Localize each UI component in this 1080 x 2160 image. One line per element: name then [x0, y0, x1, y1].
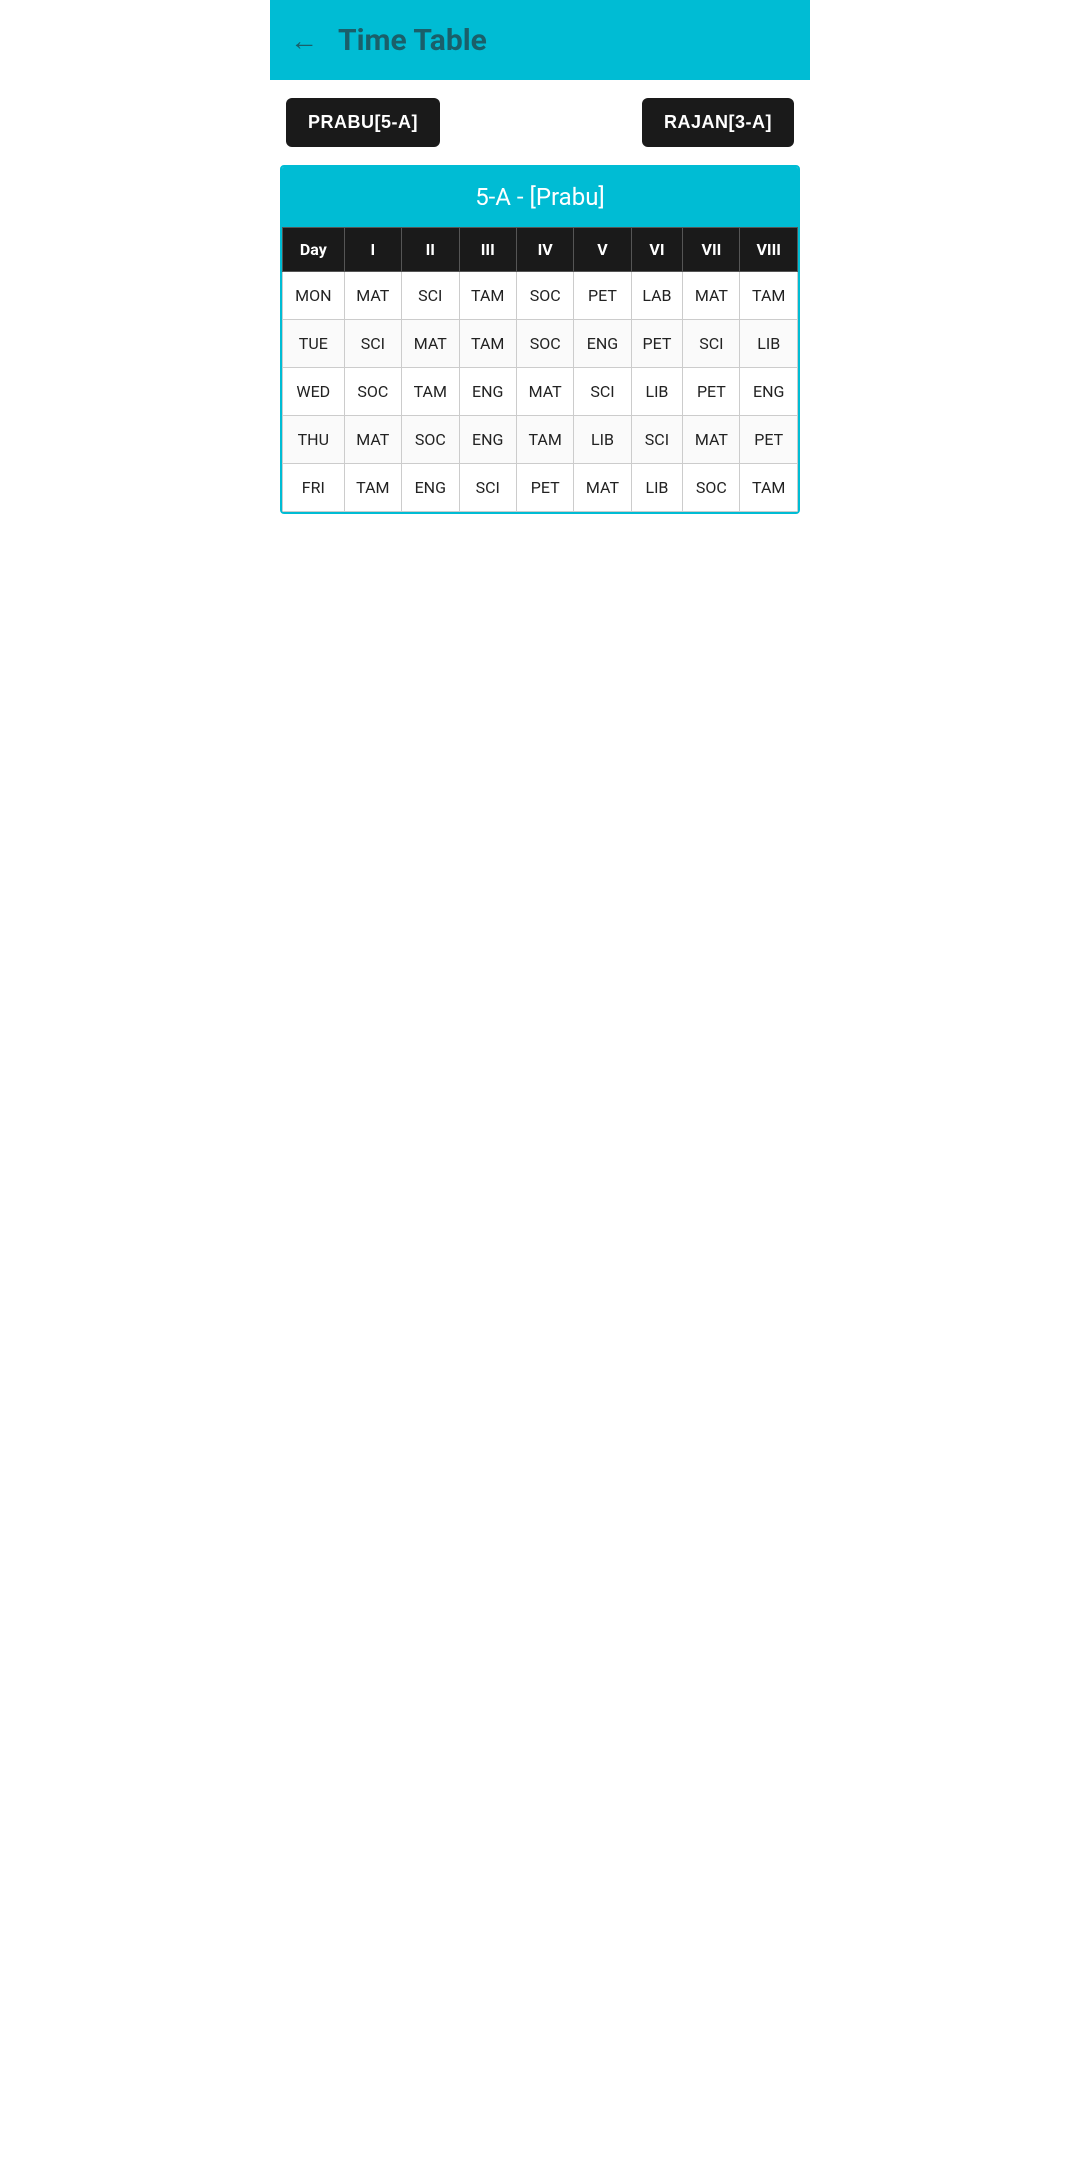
table-row: THUMATSOCENGTAMLIBSCIMATPET — [283, 416, 798, 464]
cell-r2-p8: ENG — [740, 368, 798, 416]
col-4: IV — [516, 228, 573, 272]
cell-r0-p1: MAT — [344, 272, 401, 320]
col-6: VI — [631, 228, 683, 272]
col-1: I — [344, 228, 401, 272]
cell-r1-p5: ENG — [574, 320, 631, 368]
cell-r3-p4: TAM — [516, 416, 573, 464]
cell-r1-p6: PET — [631, 320, 683, 368]
table-row: FRITAMENGSCIPETMATLIBSOCTAM — [283, 464, 798, 512]
cell-r4-p3: SCI — [459, 464, 516, 512]
cell-r2-p7: PET — [683, 368, 740, 416]
cell-r3-p5: LIB — [574, 416, 631, 464]
cell-r2-p3: ENG — [459, 368, 516, 416]
back-button[interactable]: ← — [290, 24, 318, 57]
timetable-header-row: Day I II III IV V VI VII VIII — [283, 228, 798, 272]
cell-r4-p5: MAT — [574, 464, 631, 512]
cell-r0-p6: LAB — [631, 272, 683, 320]
cell-day: MON — [283, 272, 345, 320]
cell-r0-p3: TAM — [459, 272, 516, 320]
cell-r1-p1: SCI — [344, 320, 401, 368]
student-rajan-button[interactable]: RAJAN[3-A] — [642, 98, 794, 147]
cell-r2-p2: TAM — [402, 368, 459, 416]
cell-r2-p6: LIB — [631, 368, 683, 416]
cell-day: FRI — [283, 464, 345, 512]
cell-r1-p7: SCI — [683, 320, 740, 368]
cell-r3-p6: SCI — [631, 416, 683, 464]
cell-day: THU — [283, 416, 345, 464]
student-prabu-button[interactable]: PRABU[5-A] — [286, 98, 440, 147]
cell-day: TUE — [283, 320, 345, 368]
table-row: WEDSOCTAMENGMATSCILIBPETENG — [283, 368, 798, 416]
cell-r2-p5: SCI — [574, 368, 631, 416]
student-selector: PRABU[5-A] RAJAN[3-A] — [270, 80, 810, 165]
cell-day: WED — [283, 368, 345, 416]
col-3: III — [459, 228, 516, 272]
cell-r2-p1: SOC — [344, 368, 401, 416]
page-title: Time Table — [338, 23, 487, 58]
cell-r4-p6: LIB — [631, 464, 683, 512]
col-2: II — [402, 228, 459, 272]
cell-r0-p7: MAT — [683, 272, 740, 320]
cell-r3-p1: MAT — [344, 416, 401, 464]
cell-r4-p8: TAM — [740, 464, 798, 512]
cell-r3-p8: PET — [740, 416, 798, 464]
cell-r1-p3: TAM — [459, 320, 516, 368]
col-day: Day — [283, 228, 345, 272]
cell-r3-p7: MAT — [683, 416, 740, 464]
col-5: V — [574, 228, 631, 272]
cell-r0-p5: PET — [574, 272, 631, 320]
cell-r0-p4: SOC — [516, 272, 573, 320]
cell-r2-p4: MAT — [516, 368, 573, 416]
cell-r4-p2: ENG — [402, 464, 459, 512]
timetable-container: 5-A - [Prabu] Day I II III IV V VI VII V… — [280, 165, 800, 514]
cell-r0-p2: SCI — [402, 272, 459, 320]
cell-r4-p7: SOC — [683, 464, 740, 512]
col-7: VII — [683, 228, 740, 272]
app-header: ← Time Table — [270, 0, 810, 80]
cell-r3-p2: SOC — [402, 416, 459, 464]
cell-r4-p1: TAM — [344, 464, 401, 512]
table-row: MONMATSCITAMSOCPETLABMATTAM — [283, 272, 798, 320]
cell-r1-p2: MAT — [402, 320, 459, 368]
cell-r4-p4: PET — [516, 464, 573, 512]
cell-r1-p4: SOC — [516, 320, 573, 368]
timetable: Day I II III IV V VI VII VIII MONMATSCIT… — [282, 227, 798, 512]
table-row: TUESCIMATTAMSOCENGPETSCILIB — [283, 320, 798, 368]
col-8: VIII — [740, 228, 798, 272]
cell-r1-p8: LIB — [740, 320, 798, 368]
cell-r0-p8: TAM — [740, 272, 798, 320]
timetable-section-title: 5-A - [Prabu] — [282, 167, 798, 227]
cell-r3-p3: ENG — [459, 416, 516, 464]
